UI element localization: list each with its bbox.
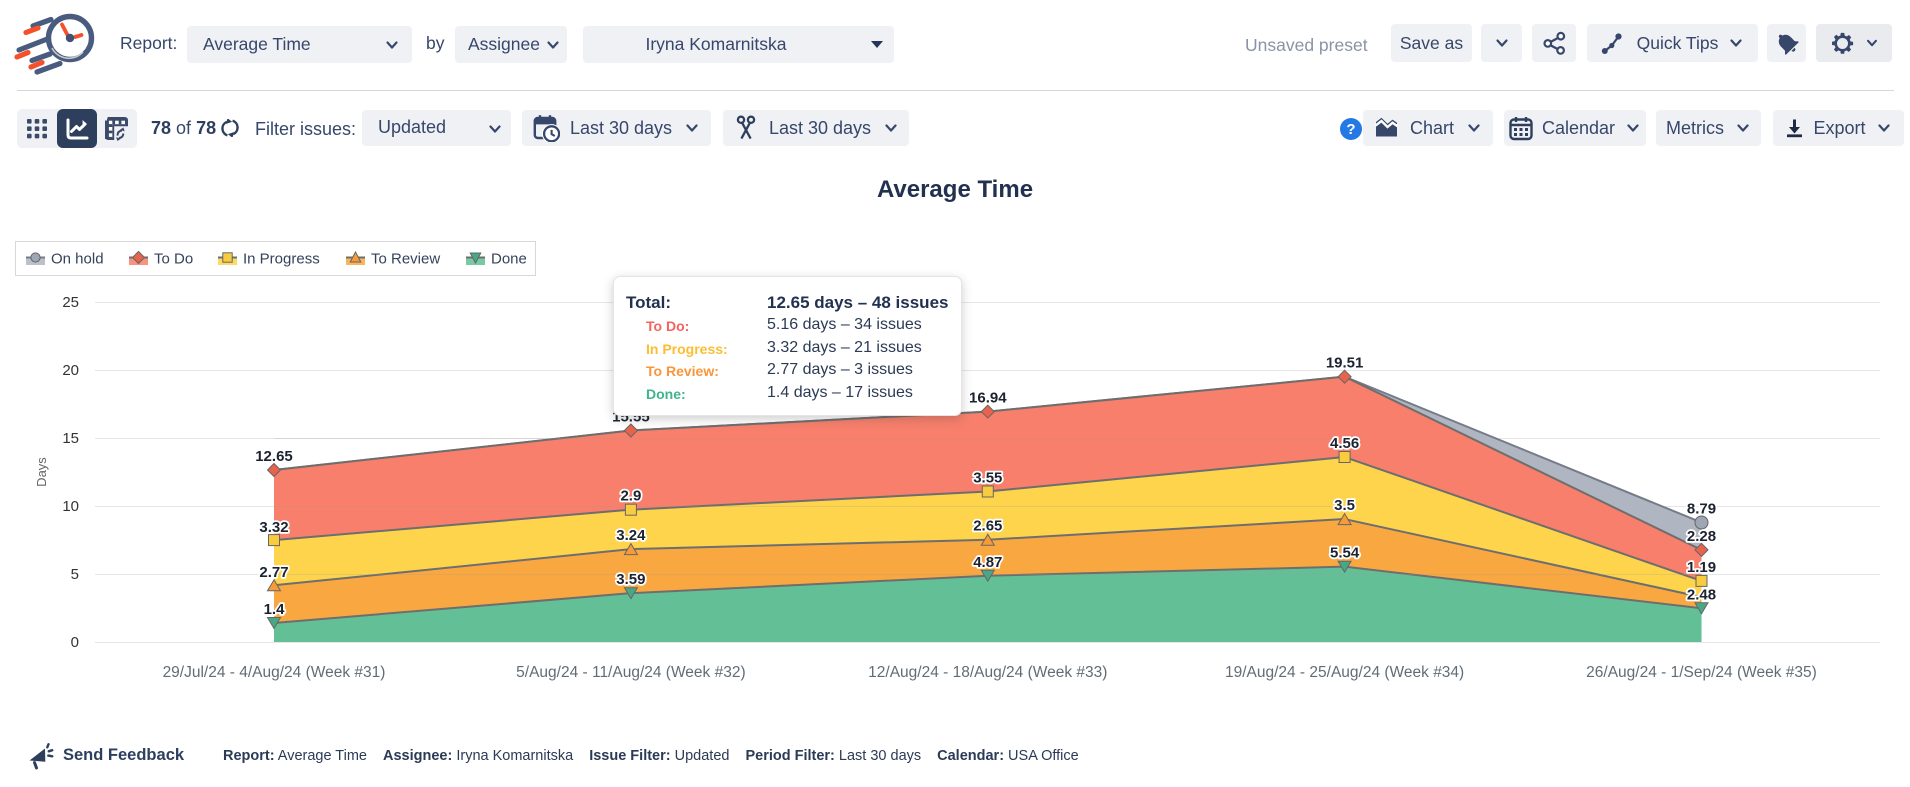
svg-text:5: 5: [71, 566, 79, 583]
svg-text:19.51: 19.51: [1326, 355, 1364, 372]
svg-text:Days: Days: [34, 457, 49, 487]
svg-text:2.9: 2.9: [620, 488, 641, 505]
svg-text:2.77: 2.77: [259, 564, 288, 581]
svg-text:29/Jul/24 - 4/Aug/24 (Week #31: 29/Jul/24 - 4/Aug/24 (Week #31): [163, 664, 386, 681]
svg-text:15: 15: [62, 430, 79, 447]
svg-text:2.48: 2.48: [1687, 586, 1716, 603]
svg-text:19/Aug/24 - 25/Aug/24 (Week #3: 19/Aug/24 - 25/Aug/24 (Week #34): [1225, 664, 1464, 681]
svg-text:4.87: 4.87: [973, 554, 1002, 571]
svg-text:12.65: 12.65: [255, 448, 293, 465]
svg-text:Done: Done: [491, 251, 526, 268]
svg-text:3.24: 3.24: [616, 527, 646, 544]
svg-text:8.79: 8.79: [1687, 501, 1716, 518]
svg-text:3.32: 3.32: [259, 519, 288, 536]
svg-text:26/Aug/24 - 1/Sep/24 (Week #35: 26/Aug/24 - 1/Sep/24 (Week #35): [1586, 664, 1817, 681]
svg-text:1.19: 1.19: [1687, 559, 1716, 576]
svg-text:On hold: On hold: [51, 251, 104, 268]
svg-text:12/Aug/24 - 18/Aug/24 (Week #3: 12/Aug/24 - 18/Aug/24 (Week #33): [868, 664, 1107, 681]
svg-text:10: 10: [62, 498, 79, 515]
svg-text:In Progress: In Progress: [243, 251, 320, 268]
svg-text:16.94: 16.94: [969, 390, 1007, 407]
svg-text:3.5: 3.5: [1334, 497, 1355, 514]
svg-text:3.55: 3.55: [973, 469, 1002, 486]
svg-text:4.56: 4.56: [1330, 435, 1359, 452]
svg-text:25: 25: [62, 294, 79, 311]
svg-text:To Do: To Do: [154, 251, 193, 268]
svg-text:5/Aug/24 - 11/Aug/24 (Week #32: 5/Aug/24 - 11/Aug/24 (Week #32): [516, 664, 746, 681]
svg-text:3.59: 3.59: [616, 571, 645, 588]
svg-text:0: 0: [71, 634, 79, 651]
svg-text:2.65: 2.65: [973, 518, 1002, 535]
svg-text:20: 20: [62, 362, 79, 379]
svg-text:5.54: 5.54: [1330, 545, 1360, 562]
svg-text:To Review: To Review: [371, 251, 440, 268]
svg-text:2.28: 2.28: [1687, 528, 1716, 545]
svg-text:1.4: 1.4: [264, 601, 286, 618]
